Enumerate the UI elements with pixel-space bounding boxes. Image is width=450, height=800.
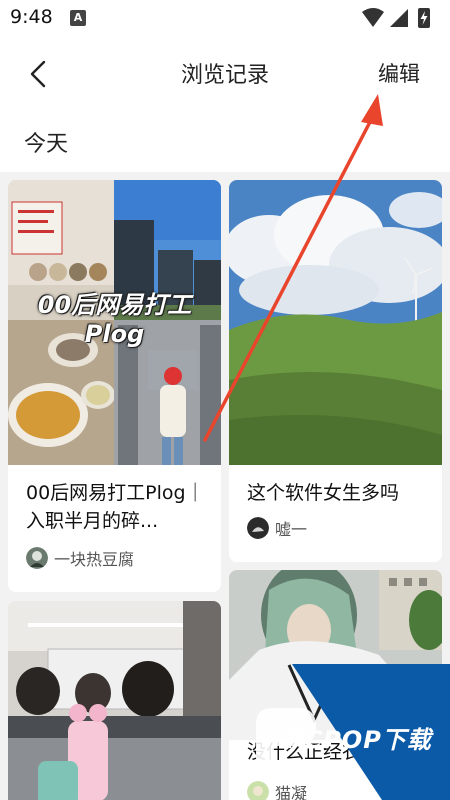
status-bar: 9:48 A — [0, 0, 450, 36]
cover-overlay-text-line1: 00后网易打工 — [37, 291, 192, 319]
note-title: 这个软件女生多吗 — [247, 482, 400, 504]
note-cover-image — [229, 180, 442, 465]
cover-overlay-text-line2: Plog — [84, 320, 145, 348]
edit-button[interactable]: 编辑 — [378, 58, 420, 88]
note-card[interactable]: 00后网易打工 Plog 00后网易打工Plog｜入职半月的碎... 一块热豆腐 — [8, 180, 221, 592]
note-card[interactable] — [8, 601, 221, 800]
note-card[interactable]: 这个软件女生多吗 嘘一 — [229, 180, 442, 562]
author-name: 嘘一 — [275, 520, 308, 539]
avatar — [26, 547, 48, 569]
note-cover-image: 00后网易打工 Plog — [8, 180, 221, 465]
date-group-label: 今天 — [24, 132, 69, 157]
note-cover-image — [8, 601, 221, 800]
signal-icon — [390, 9, 408, 27]
note-author[interactable]: 嘘一 — [247, 516, 307, 540]
app-header: 浏览记录 编辑 — [0, 36, 450, 112]
author-name: 一块热豆腐 — [54, 550, 135, 569]
watermark-text: PCPOP下载 — [286, 726, 432, 754]
note-author[interactable]: 一块热豆腐 — [26, 546, 134, 570]
note-title: 00后网易打工Plog｜入职半月的碎... — [26, 482, 205, 532]
avatar — [247, 517, 269, 539]
status-time: 9:48 — [10, 6, 53, 28]
watermark: PCPOP下载 — [236, 664, 450, 800]
wifi-icon — [362, 8, 384, 27]
date-group-header: 今天 — [0, 112, 450, 172]
notification-icon: A — [70, 10, 86, 26]
status-icons — [362, 8, 430, 28]
